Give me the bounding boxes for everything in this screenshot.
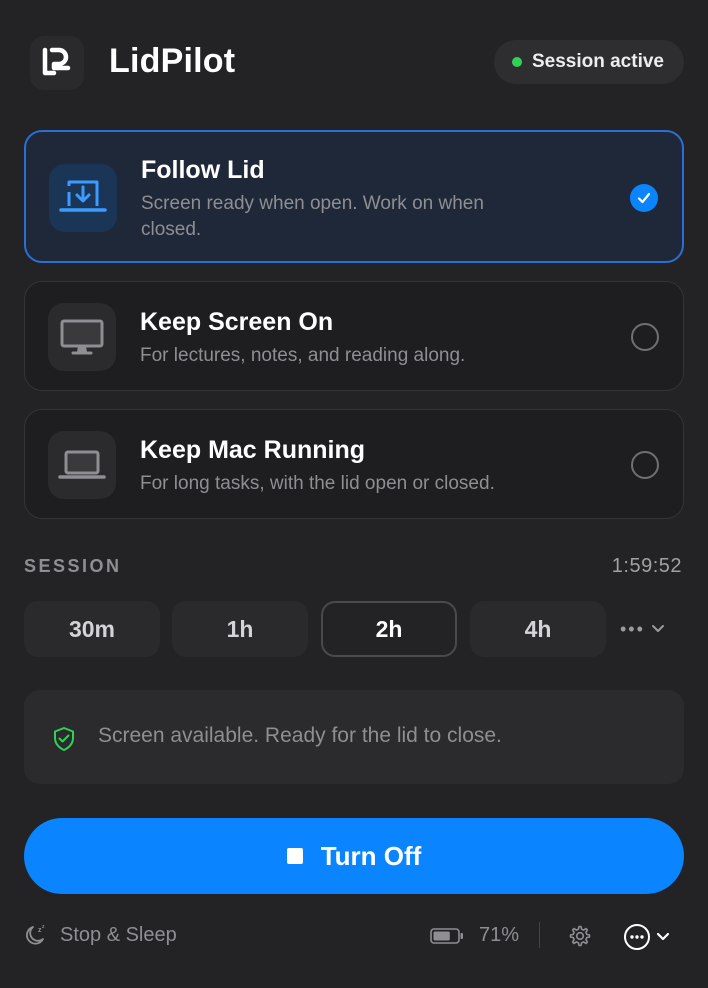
mode-option-keep-mac-running[interactable]: Keep Mac Running For long tasks, with th… xyxy=(24,409,684,519)
status-dot-icon xyxy=(511,57,522,67)
mode-option-keep-screen-on[interactable]: Keep Screen On For lectures, notes, and … xyxy=(24,281,684,391)
duration-button-4h[interactable]: 4h xyxy=(470,601,606,657)
ellipsis-icon: ••• xyxy=(620,618,645,639)
moon-sleep-icon: z z xyxy=(26,924,45,945)
session-status-badge: Session active xyxy=(493,40,684,84)
radio-checked-icon[interactable] xyxy=(630,184,658,212)
divider xyxy=(539,922,540,948)
stop-and-sleep-label: Stop & Sleep xyxy=(60,923,177,946)
status-message-box: Screen available. Ready for the lid to c… xyxy=(24,690,684,784)
chevron-down-icon xyxy=(651,625,664,632)
duration-button-1h[interactable]: 1h xyxy=(172,601,308,657)
mode-description: For lectures, notes, and reading along. xyxy=(140,345,466,366)
turn-off-label: Turn Off xyxy=(320,840,422,871)
session-section-label: SESSION xyxy=(24,556,122,576)
settings-button[interactable] xyxy=(568,924,592,953)
mode-description: For long tasks, with the lid open or clo… xyxy=(140,473,495,494)
stop-icon xyxy=(286,848,303,864)
more-durations-button[interactable]: ••• xyxy=(620,612,680,646)
radio-unchecked-icon[interactable] xyxy=(631,451,659,479)
chevron-down-icon xyxy=(656,932,670,941)
app-title: LidPilot xyxy=(109,42,236,80)
radio-unchecked-icon[interactable] xyxy=(631,323,659,351)
turn-off-button[interactable]: Turn Off xyxy=(24,818,684,894)
laptop-icon xyxy=(48,431,116,499)
app-logo-icon xyxy=(30,36,84,90)
status-message-text: Screen available. Ready for the lid to c… xyxy=(98,724,502,747)
shield-check-icon xyxy=(54,727,74,751)
more-options-button[interactable] xyxy=(622,922,670,952)
battery-percentage: 71% xyxy=(479,924,520,946)
session-remaining-time: 1:59:52 xyxy=(611,555,682,577)
footer: z z Stop & Sleep 71% xyxy=(24,918,684,956)
battery-icon xyxy=(430,928,463,944)
session-status-label: Session active xyxy=(531,51,664,72)
header: LidPilot Session active xyxy=(24,28,684,98)
mode-title: Follow Lid xyxy=(141,156,265,184)
duration-button-30m[interactable]: 30m xyxy=(24,601,160,657)
laptop-download-icon xyxy=(49,164,117,232)
mode-option-follow-lid[interactable]: Follow Lid Screen ready when open. Work … xyxy=(24,130,684,263)
mode-description: Screen ready when open. Work on when clo… xyxy=(141,193,484,240)
svg-text:z: z xyxy=(42,924,45,930)
mode-title: Keep Screen On xyxy=(140,308,334,336)
monitor-icon xyxy=(48,303,116,371)
gear-icon xyxy=(569,925,591,947)
stop-and-sleep-button[interactable]: z z Stop & Sleep xyxy=(24,923,177,947)
ellipsis-circle-icon xyxy=(624,924,650,950)
duration-button-2h[interactable]: 2h xyxy=(321,601,457,657)
mode-title: Keep Mac Running xyxy=(140,436,366,464)
